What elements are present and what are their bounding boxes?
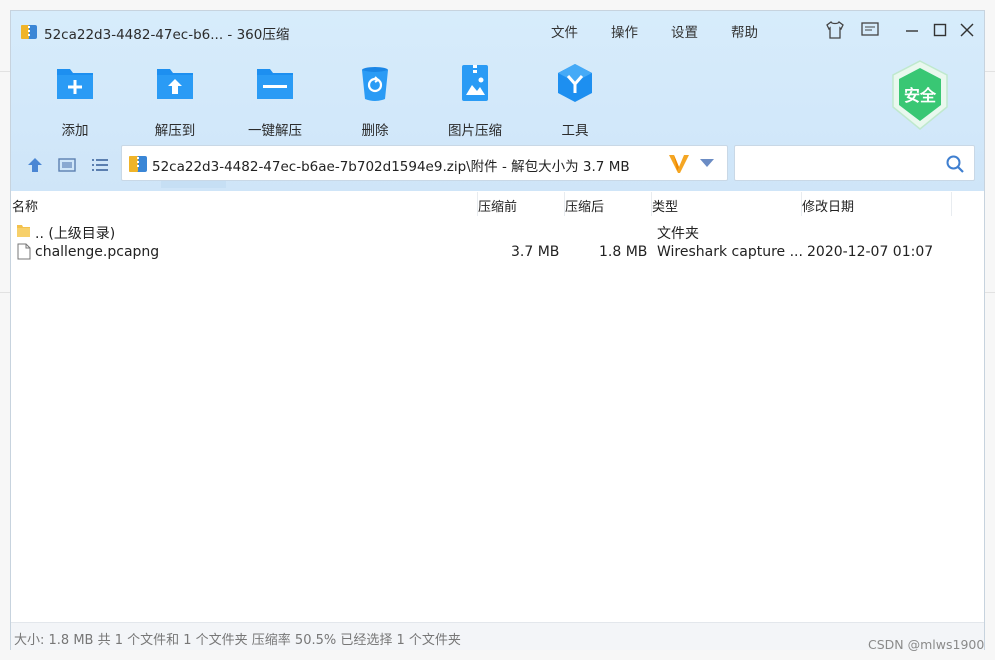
one-click-extract-button[interactable]: 一键解压 [235,61,315,141]
column-modified[interactable]: 修改日期 [802,196,854,215]
row-name: .. (上级目录) [35,226,116,242]
tools-label: 工具 [561,123,589,139]
delete-button[interactable]: 删除 [335,61,415,141]
row-size-after: 1.8 MB [599,244,648,260]
menu-operate[interactable]: 操作 [611,21,638,41]
title-bar[interactable]: 52ca22d3-4482-47ec-b6... - 360压缩 文件 操作 设… [11,11,984,51]
row-type: 文件夹 [657,226,699,242]
table-row[interactable]: challenge.pcapng 3.7 MB 1.8 MB Wireshark… [11,241,984,263]
menu-help[interactable]: 帮助 [731,21,758,41]
watermark: CSDN @mlws1900 [868,637,985,652]
delete-label: 删除 [361,123,389,139]
address-dropdown-icon[interactable] [700,159,714,167]
skin-icon[interactable] [824,19,846,41]
zip-archive-icon [129,156,147,172]
add-button[interactable]: 添加 [35,61,115,141]
status-text: 大小: 1.8 MB 共 1 个文件和 1 个文件夹 压缩率 50.5% 已经选… [14,633,461,648]
row-type: Wireshark capture ... [657,244,803,260]
menu-file[interactable]: 文件 [551,21,578,41]
image-compress-label: 图片压缩 [448,123,502,139]
menu-settings[interactable]: 设置 [671,21,698,41]
extract-to-label: 解压到 [154,123,196,139]
app-logo-icon [21,25,37,39]
tools-button[interactable]: 工具 [535,61,615,141]
security-shield-icon[interactable]: 安全 [889,59,951,131]
window-title: 52ca22d3-4482-47ec-b6... - 360压缩 [44,27,290,43]
maximize-icon[interactable] [929,19,951,41]
minimize-icon[interactable] [901,19,923,41]
archive-path: 52ca22d3-4482-47ec-b6ae-7b702d1594e9.zip… [152,159,630,175]
one-click-extract-label: 一键解压 [248,123,302,139]
row-modified: 2020-12-07 01:07 [807,244,934,260]
up-directory-icon[interactable] [23,153,47,177]
file-icon [17,243,31,260]
security-badge-text: 安全 [904,86,937,105]
add-label: 添加 [61,123,89,139]
view-thumbnail-icon[interactable] [55,153,79,177]
search-icon[interactable] [945,154,965,174]
row-name: challenge.pcapng [35,244,160,260]
folder-icon [17,225,30,237]
row-size-before: 3.7 MB [511,244,560,260]
column-header: 名称 压缩前 压缩后 类型 修改日期 [11,192,984,216]
column-size-after[interactable]: 压缩后 [565,196,604,215]
search-box[interactable] [734,145,975,181]
column-divider[interactable] [951,192,952,216]
horizontal-scroll-thumb[interactable] [161,181,226,188]
add-folder-icon [57,69,93,99]
view-list-icon[interactable] [88,153,112,177]
column-size-before[interactable]: 压缩前 [478,196,517,215]
close-icon[interactable] [956,19,978,41]
table-row[interactable]: .. (上级目录) 文件夹 [11,220,984,242]
app-window: 52ca22d3-4482-47ec-b6... - 360压缩 文件 操作 设… [10,10,985,650]
address-bar[interactable]: 52ca22d3-4482-47ec-b6ae-7b702d1594e9.zip… [121,145,728,181]
tools-icon [558,64,592,102]
image-compress-button[interactable]: 图片压缩 [435,61,515,141]
column-name[interactable]: 名称 [12,196,38,215]
extract-to-icon [157,69,193,99]
feedback-icon[interactable] [859,19,881,41]
v-logo-icon[interactable] [667,153,691,175]
one-click-extract-icon [257,69,293,99]
image-compress-icon [462,65,488,101]
search-input[interactable] [741,153,941,173]
extract-to-button[interactable]: 解压到 [135,61,215,141]
status-bar: 大小: 1.8 MB 共 1 个文件和 1 个文件夹 压缩率 50.5% 已经选… [11,622,984,650]
column-type[interactable]: 类型 [652,196,678,215]
delete-icon [362,67,388,101]
